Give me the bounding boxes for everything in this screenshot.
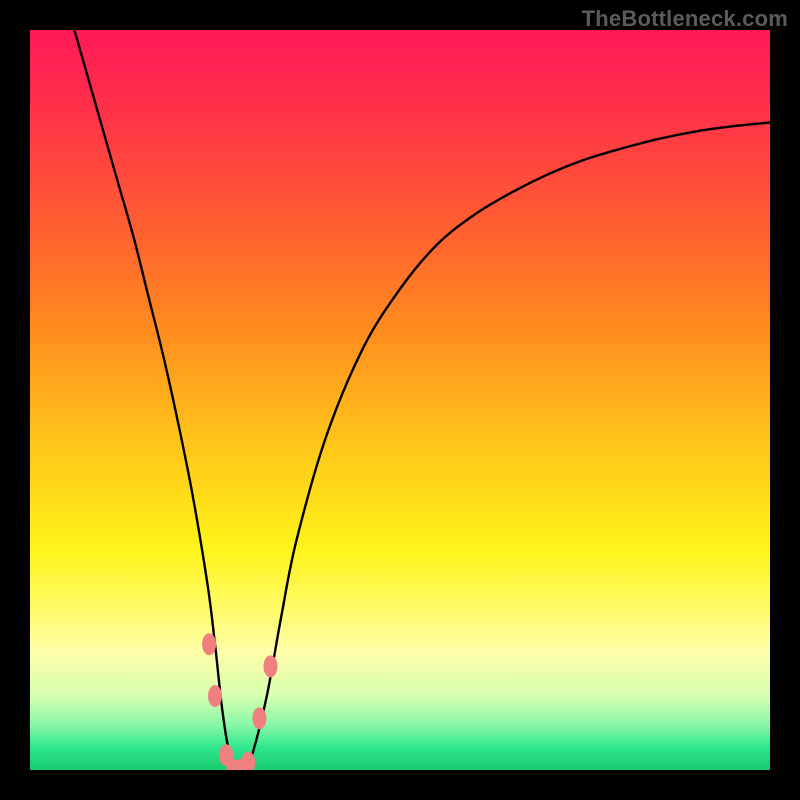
watermark-text: TheBottleneck.com [582, 6, 788, 32]
marker-dot [202, 633, 216, 655]
chart-frame: TheBottleneck.com [0, 0, 800, 800]
plot-area [30, 30, 770, 770]
marker-dot [208, 685, 222, 707]
marker-dot [252, 707, 266, 729]
bottleneck-curve [74, 30, 770, 770]
curve-layer [30, 30, 770, 770]
marker-dot [264, 655, 278, 677]
